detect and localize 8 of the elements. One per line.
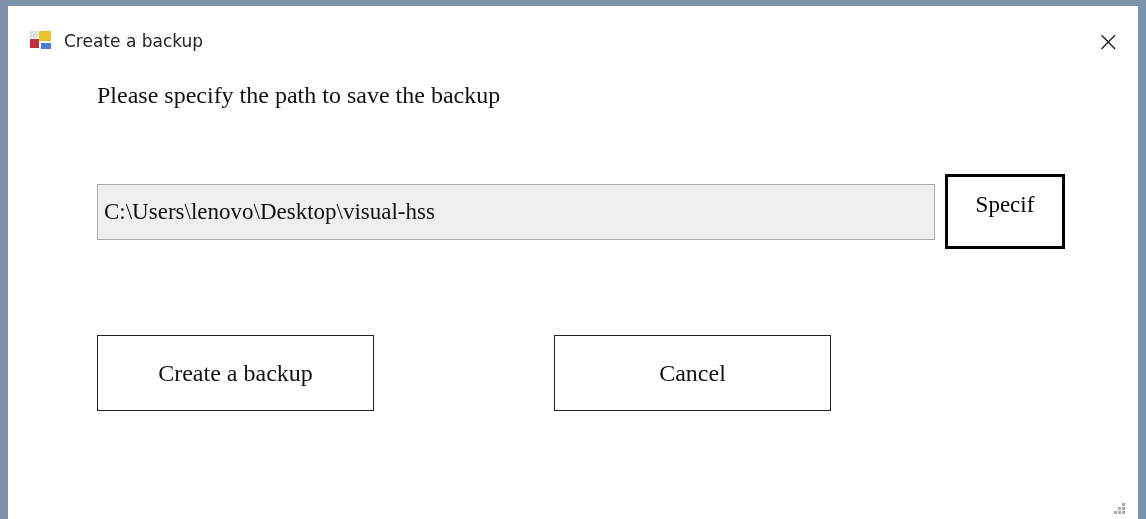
cancel-button[interactable]: Cancel [554,335,831,411]
window-title: Create a backup [64,31,205,51]
specify-button[interactable]: Specif [945,174,1065,249]
resize-grip-icon [1114,503,1126,515]
app-icon [30,31,52,51]
instruction-text: Please specify the path to save the backup [97,82,502,109]
close-button[interactable]: × [1082,24,1134,58]
create-backup-button[interactable]: Create a backup [97,335,374,411]
